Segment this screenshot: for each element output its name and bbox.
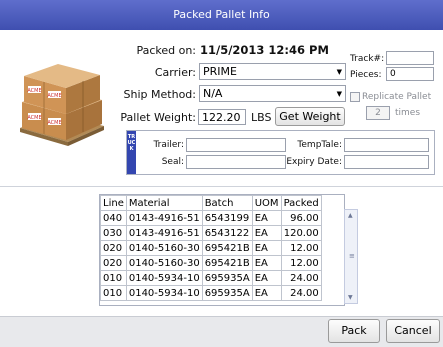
cancel-button[interactable]: Cancel: [386, 319, 440, 343]
table-scrollbar[interactable]: ▲ ≡ ▼: [344, 209, 358, 304]
dropdown-arrow-icon: ▼: [336, 90, 342, 98]
cell-uom: EA: [251, 285, 282, 301]
seal-label: Seal:: [161, 157, 184, 167]
times-label: times: [395, 108, 421, 118]
ship-method-value: N/A: [203, 87, 223, 100]
cell-line: 010: [100, 270, 127, 286]
cell-material: 0140-5160-30: [125, 255, 203, 271]
column-header-material[interactable]: Material: [125, 195, 203, 211]
carrier-select[interactable]: PRIME ▼: [199, 63, 346, 80]
get-weight-button[interactable]: Get Weight: [275, 107, 345, 126]
column-header-uom[interactable]: UOM: [251, 195, 282, 211]
seal-input[interactable]: [186, 155, 286, 169]
dropdown-arrow-icon: ▼: [336, 68, 342, 76]
carrier-value: PRIME: [203, 65, 237, 78]
pieces-label: Pieces:: [350, 70, 382, 80]
expiry-date-input[interactable]: [344, 155, 429, 169]
pack-button[interactable]: Pack: [328, 319, 380, 343]
trailer-label: Trailer:: [153, 140, 184, 150]
column-header-line[interactable]: Line: [100, 195, 127, 211]
title-bar: Packed Pallet Info: [0, 0, 443, 30]
scroll-grip-icon[interactable]: ≡: [349, 252, 355, 260]
weight-unit-label: LBS: [251, 111, 272, 124]
cell-line: 020: [100, 240, 127, 256]
cell-line: 010: [100, 285, 127, 301]
scroll-up-icon[interactable]: ▲: [348, 212, 353, 219]
table-row[interactable]: 020 0140-5160-30 695421B EA 12.00: [100, 255, 322, 271]
cell-batch: 695421B: [201, 240, 253, 256]
trailer-input[interactable]: [186, 138, 286, 152]
packed-items-grid[interactable]: Line Material Batch UOM Packed 040 0143-…: [99, 194, 345, 306]
cell-packed: 24.00: [280, 285, 322, 301]
cell-batch: 6543122: [201, 225, 253, 241]
replicate-pallet-checkbox[interactable]: [350, 92, 360, 102]
track-label: Track#:: [350, 54, 385, 64]
cell-batch: 695935A: [201, 285, 253, 301]
cell-line: 040: [100, 210, 127, 226]
pieces-input[interactable]: 0: [386, 67, 434, 81]
cell-packed: 24.00: [280, 270, 322, 286]
ship-method-select[interactable]: N/A ▼: [199, 85, 346, 102]
cell-uom: EA: [251, 240, 282, 256]
cell-batch: 6543199: [201, 210, 253, 226]
cell-uom: EA: [251, 270, 282, 286]
cell-batch: 695935A: [201, 270, 253, 286]
pallet-weight-label: Pallet Weight:: [120, 111, 196, 124]
window-title: Packed Pallet Info: [173, 8, 270, 21]
replicate-times-input[interactable]: 2: [366, 106, 390, 120]
box-label: ACME: [47, 93, 61, 99]
table-row[interactable]: 030 0143-4916-51 6543122 EA 120.00: [100, 225, 322, 241]
cell-uom: EA: [251, 210, 282, 226]
column-header-batch[interactable]: Batch: [201, 195, 253, 211]
table-row[interactable]: 040 0143-4916-51 6543199 EA 96.00: [100, 210, 322, 226]
cell-material: 0140-5160-30: [125, 240, 203, 256]
cell-material: 0143-4916-51: [125, 210, 203, 226]
box-label: ACME: [27, 88, 41, 94]
box-label: ACME: [47, 120, 61, 126]
cell-material: 0140-5934-10: [125, 285, 203, 301]
ship-method-label: Ship Method:: [123, 88, 196, 101]
track-input[interactable]: [386, 51, 434, 65]
packed-on-label: Packed on:: [136, 44, 196, 57]
packed-on-value: 11/5/2013 12:46 PM: [200, 43, 329, 57]
cell-line: 030: [100, 225, 127, 241]
table-header-row: Line Material Batch UOM Packed: [100, 195, 322, 211]
cell-line: 020: [100, 255, 127, 271]
box-label: ACME: [27, 115, 41, 121]
cell-packed: 120.00: [280, 225, 322, 241]
cell-packed: 96.00: [280, 210, 322, 226]
pallet-boxes-icon: ACME ACME ACME ACME: [20, 64, 104, 146]
column-header-packed[interactable]: Packed: [280, 195, 322, 211]
cell-uom: EA: [251, 255, 282, 271]
temptale-input[interactable]: [344, 138, 429, 152]
truck-tab: TRUCK: [127, 131, 136, 174]
cell-packed: 12.00: [280, 240, 322, 256]
replicate-pallet-label: Replicate Pallet: [362, 92, 432, 102]
pallet-weight-input[interactable]: 122.20: [198, 109, 246, 125]
table-row[interactable]: 010 0140-5934-10 695935A EA 24.00: [100, 285, 322, 301]
table-row[interactable]: 020 0140-5160-30 695421B EA 12.00: [100, 240, 322, 256]
section-divider: [0, 186, 443, 187]
table-row[interactable]: 010 0140-5934-10 695935A EA 24.00: [100, 270, 322, 286]
cell-batch: 695421B: [201, 255, 253, 271]
carrier-label: Carrier:: [154, 66, 196, 79]
scroll-down-icon[interactable]: ▼: [348, 294, 353, 301]
cell-material: 0143-4916-51: [125, 225, 203, 241]
cell-material: 0140-5934-10: [125, 270, 203, 286]
cell-uom: EA: [251, 225, 282, 241]
expiry-date-label: Expiry Date:: [286, 157, 342, 167]
packed-items-table: Line Material Batch UOM Packed 040 0143-…: [100, 195, 322, 301]
temptale-label: TempTale:: [297, 140, 342, 150]
cell-packed: 12.00: [280, 255, 322, 271]
